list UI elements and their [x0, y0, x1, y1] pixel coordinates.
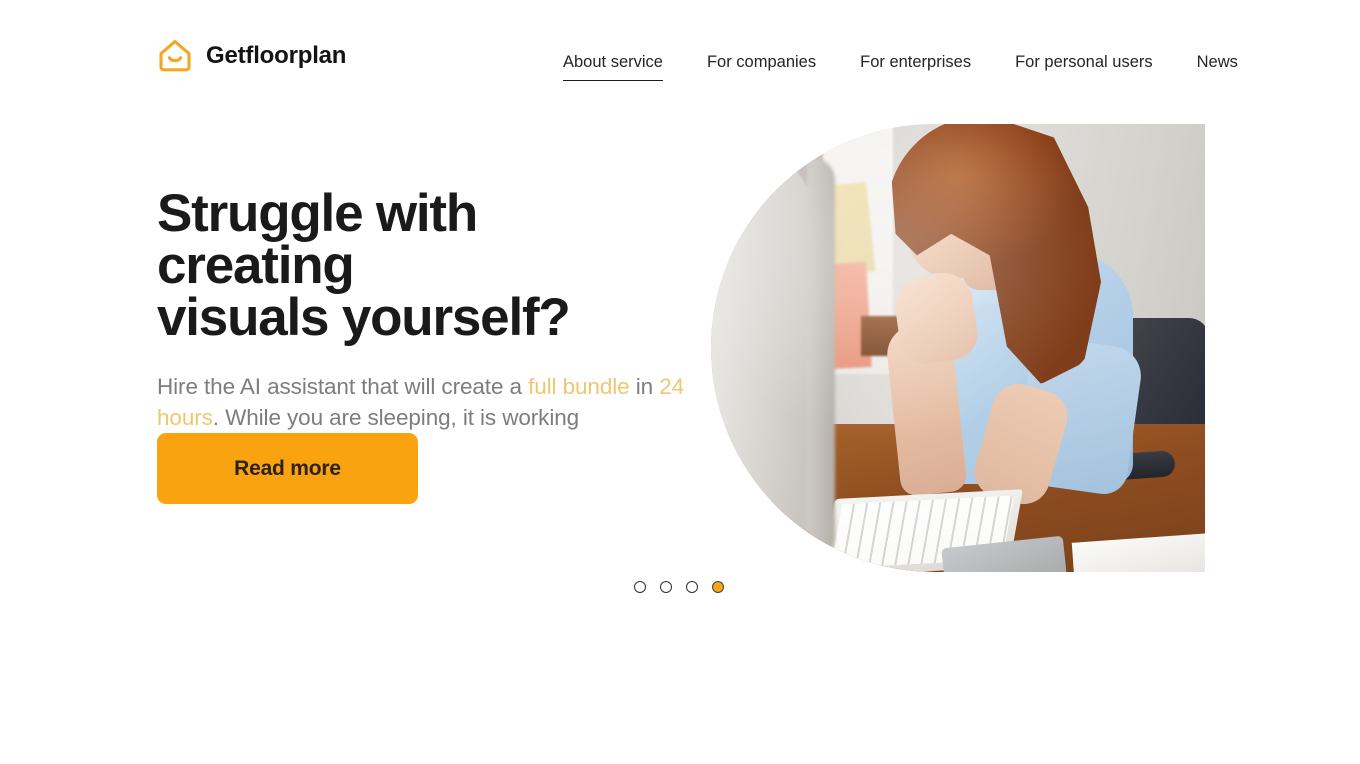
hero-title-line-2: visuals yourself?	[157, 288, 571, 347]
hero-subtitle-part-1: Hire the AI assistant that will create a	[157, 374, 529, 399]
page-title: Struggle with creating visuals yourself?	[157, 187, 687, 347]
hero-copy: Struggle with creating visuals yourself?…	[157, 187, 687, 433]
carousel-dot-2[interactable]	[660, 581, 672, 593]
carousel-dot-4[interactable]	[712, 581, 724, 593]
nav-item-news[interactable]: News	[1197, 50, 1238, 81]
nav-item-about-service[interactable]: About service	[563, 50, 663, 81]
cookie-consent-bar: Cookies help us provide you with a bette…	[0, 674, 1360, 764]
carousel-dot-3[interactable]	[686, 581, 698, 593]
hero-subtitle-part-3: . While you are sleeping, it is working	[212, 405, 580, 430]
hero-title-line-1: Struggle with creating	[157, 184, 478, 295]
hero-image	[711, 124, 1205, 572]
nav-item-for-enterprises[interactable]: For enterprises	[860, 50, 971, 81]
carousel-dot-1[interactable]	[634, 581, 646, 593]
main-navigation: About service For companies For enterpri…	[563, 50, 1238, 81]
house-smile-icon	[157, 38, 193, 74]
woman-at-computer-photo	[711, 124, 1205, 572]
hero-subtitle: Hire the AI assistant that will create a…	[157, 371, 687, 433]
brand-logo[interactable]: Getfloorplan	[157, 38, 346, 74]
hero-subtitle-part-2: in	[629, 374, 660, 399]
site-header: Getfloorplan About service For companies…	[0, 0, 1360, 110]
read-more-button[interactable]: Read more	[157, 433, 418, 504]
brand-name: Getfloorplan	[206, 42, 347, 69]
carousel-dots	[634, 581, 724, 593]
hero-subtitle-highlight-bundle: full bundle	[528, 374, 630, 399]
nav-item-for-personal-users[interactable]: For personal users	[1015, 50, 1153, 81]
nav-item-for-companies[interactable]: For companies	[707, 50, 816, 81]
page-root: Getfloorplan About service For companies…	[0, 0, 1360, 764]
